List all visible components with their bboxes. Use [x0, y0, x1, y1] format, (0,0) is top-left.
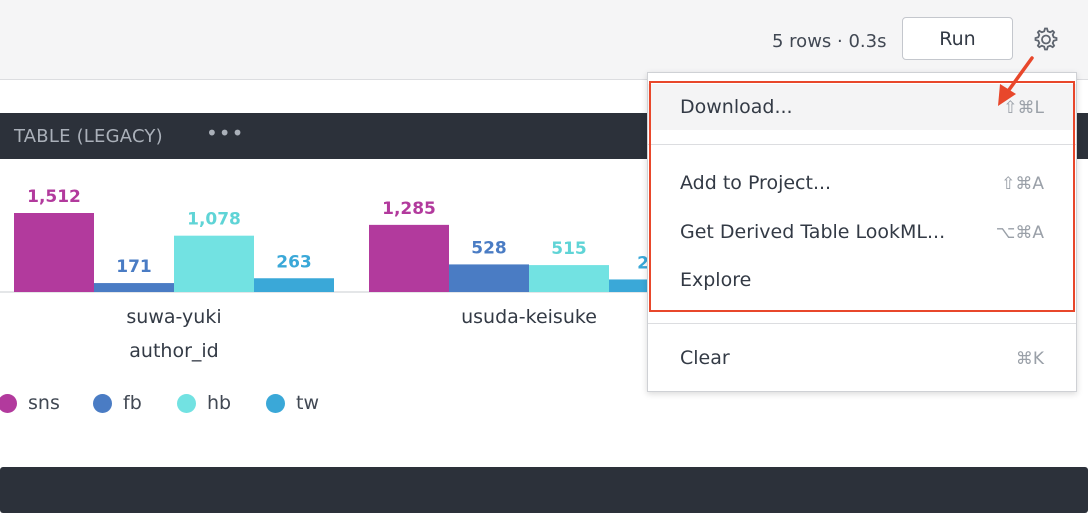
category-label-usuda-keisuke: usuda-keisuke — [461, 306, 597, 328]
menu-item-shortcut: ⇧⌘L — [1003, 98, 1044, 118]
visualization-title: TABLE (LEGACY) — [14, 126, 163, 147]
menu-divider — [648, 323, 1076, 324]
menu-item-shortcut: ⌘K — [1015, 349, 1044, 369]
category-label-suwa-yuki: suwa-yuki — [126, 306, 221, 328]
menu-item-label: Download... — [680, 96, 793, 118]
bar-hb-suwa-yuki[interactable] — [174, 235, 254, 292]
bar-sns-suwa-yuki[interactable] — [14, 213, 94, 292]
menu-item-clear[interactable]: Clear ⌘K — [648, 335, 1076, 381]
more-options-icon[interactable]: ••• — [206, 121, 244, 145]
x-axis-title: author_id — [129, 340, 218, 362]
data-label-sns-usuda-keisuke: 1,285 — [382, 199, 436, 219]
data-label-fb-suwa-yuki: 171 — [116, 257, 152, 277]
legend-item-hb[interactable]: hb — [177, 392, 231, 414]
legend-item-fb[interactable]: fb — [93, 392, 142, 414]
legend-item-sns[interactable]: sns — [0, 392, 60, 414]
data-panel-header[interactable] — [0, 467, 1088, 513]
legend-swatch — [177, 393, 196, 413]
legend-label: sns — [28, 392, 60, 414]
bar-chart: 1,5121711,0782631,28552851524 suwa-yuki … — [0, 160, 689, 374]
bar-fb-suwa-yuki[interactable] — [94, 283, 174, 292]
data-label-sns-suwa-yuki: 1,512 — [27, 187, 81, 207]
menu-item-label: Get Derived Table LookML... — [680, 221, 946, 243]
legend-swatch — [93, 393, 112, 413]
legend-swatch — [266, 393, 285, 413]
menu-item-label: Clear — [680, 347, 730, 369]
run-button[interactable]: Run — [902, 17, 1013, 60]
legend-label: tw — [296, 392, 319, 414]
bar-fb-usuda-keisuke[interactable] — [449, 264, 529, 292]
data-label-tw-suwa-yuki: 263 — [276, 252, 312, 272]
legend-label: hb — [207, 392, 232, 414]
menu-item-shortcut: ⌥⌘A — [995, 223, 1044, 243]
menu-item-explore[interactable]: Explore — [648, 257, 1076, 303]
menu-item-label: Add to Project... — [680, 172, 832, 194]
menu-item-download[interactable]: Download... ⇧⌘L — [648, 84, 1076, 130]
query-toolbar: 5 rows · 0.3s Run — [0, 0, 1088, 80]
data-label-fb-usuda-keisuke: 528 — [471, 238, 507, 258]
legend-label: fb — [123, 392, 142, 414]
gear-icon[interactable] — [1031, 24, 1061, 54]
data-label-hb-suwa-yuki: 1,078 — [187, 210, 241, 230]
menu-item-label: Explore — [680, 269, 752, 291]
data-label-hb-usuda-keisuke: 515 — [551, 239, 587, 259]
legend-item-tw[interactable]: tw — [266, 392, 319, 414]
menu-divider — [648, 144, 1076, 145]
menu-item-get-derived-table-lookml[interactable]: Get Derived Table LookML... ⌥⌘A — [648, 209, 1076, 255]
bar-tw-suwa-yuki[interactable] — [254, 278, 334, 292]
bar-hb-usuda-keisuke[interactable] — [529, 265, 609, 292]
settings-dropdown-menu: Download... ⇧⌘L Add to Project... ⇧⌘A Ge… — [647, 72, 1077, 392]
legend-swatch — [0, 393, 17, 413]
bar-chart-svg: 1,5121711,0782631,28552851524 suwa-yuki … — [0, 187, 689, 362]
bar-tw-usuda-keisuke[interactable] — [609, 279, 689, 292]
bar-sns-usuda-keisuke[interactable] — [369, 224, 449, 292]
menu-item-add-to-project[interactable]: Add to Project... ⇧⌘A — [648, 160, 1076, 206]
menu-item-shortcut: ⇧⌘A — [1001, 174, 1044, 194]
row-count-status: 5 rows · 0.3s — [772, 31, 887, 52]
